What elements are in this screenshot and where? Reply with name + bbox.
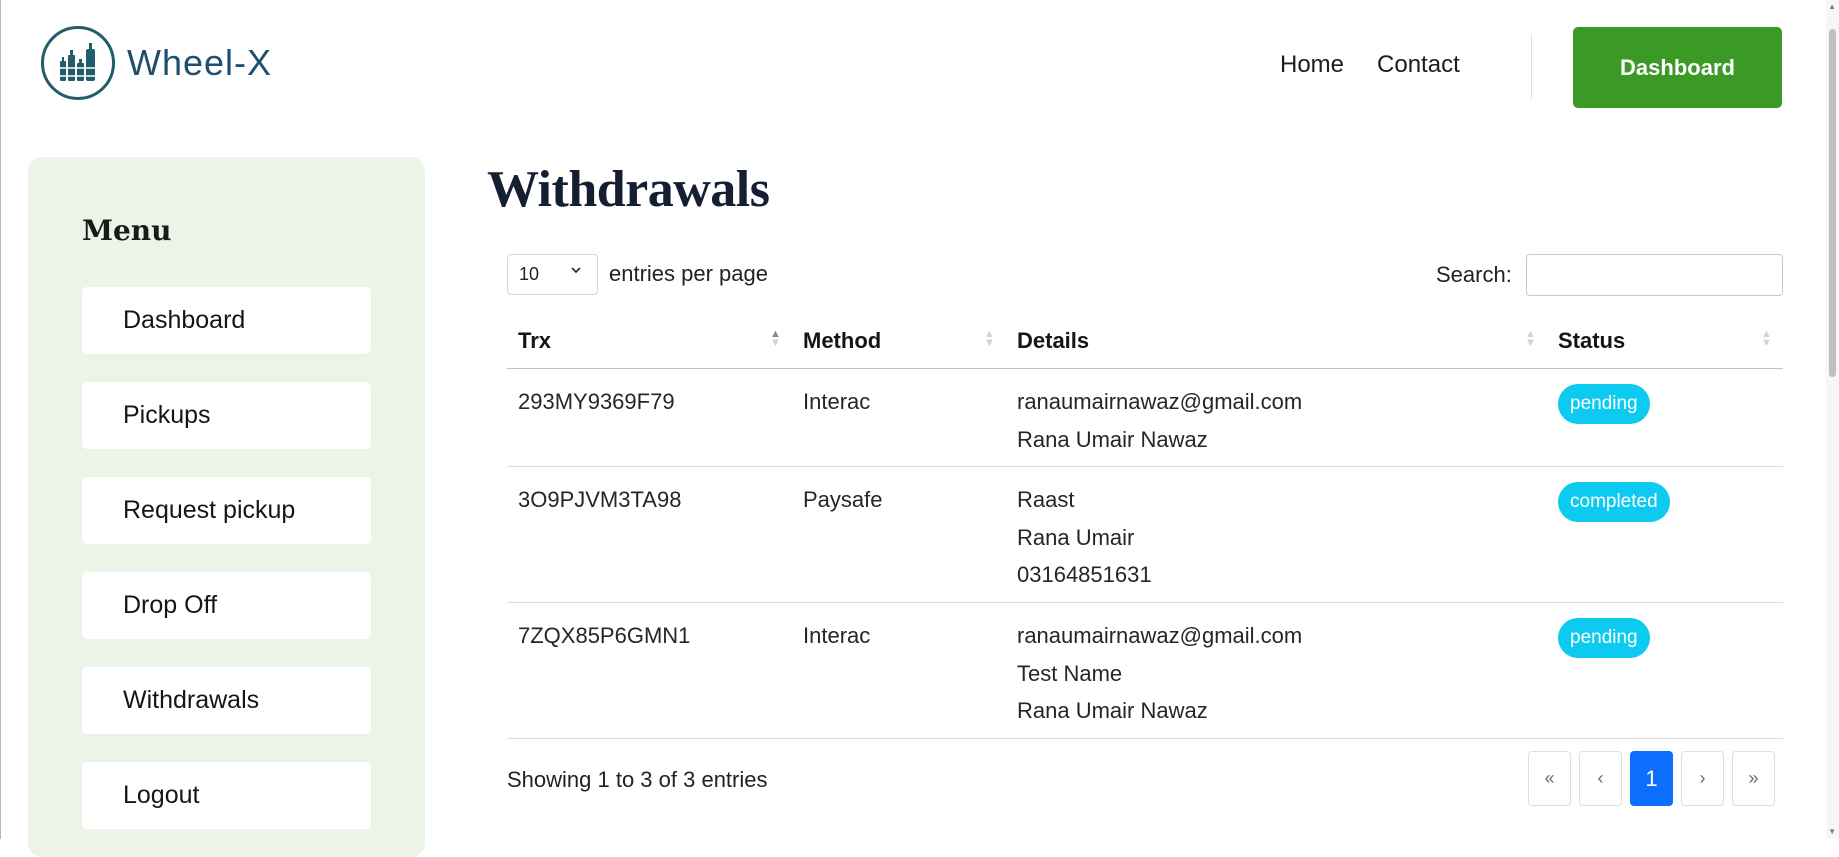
cell-status: pending	[1547, 369, 1783, 466]
column-header-method[interactable]: Method ▲ ▼	[792, 313, 1006, 368]
sidebar-title: Menu	[82, 214, 172, 247]
nav-link-home[interactable]: Home	[1280, 51, 1344, 79]
table-header: Trx ▲ ▼ Method ▲ ▼ Details ▲ ▼ Status ▲ ▼	[507, 313, 1783, 369]
sort-both-icon: ▲ ▼	[1761, 328, 1772, 349]
status-badge: completed	[1558, 482, 1670, 522]
last-page-button[interactable]: »	[1732, 751, 1775, 806]
sidebar-item-drop-off[interactable]: Drop Off	[82, 572, 371, 639]
status-badge: pending	[1558, 618, 1650, 658]
chevron-down-icon	[571, 267, 581, 274]
sidebar-item-dashboard[interactable]: Dashboard	[82, 287, 371, 354]
cell-details: Raast Rana Umair 03164851631	[1006, 467, 1547, 602]
status-badge: pending	[1558, 384, 1650, 424]
sort-both-icon: ▲ ▼	[1525, 328, 1536, 349]
page-left-border	[0, 0, 1, 839]
table-row: 7ZQX85P6GMN1 Interac ranaumairnawaz@gmai…	[507, 603, 1783, 739]
sidebar-item-label: Logout	[123, 781, 200, 809]
cell-status: pending	[1547, 603, 1783, 738]
cell-details: ranaumairnawaz@gmail.com Test Name Rana …	[1006, 603, 1547, 738]
details-line: Raast	[1017, 487, 1075, 512]
scrollbar-thumb[interactable]	[1829, 29, 1836, 377]
scroll-down-arrow-icon[interactable]: ▼	[1828, 828, 1836, 836]
top-nav: Home Contact	[1280, 51, 1460, 79]
column-header-label: Method	[803, 327, 882, 353]
sidebar: Menu Dashboard Pickups Request pickup Dr…	[28, 157, 425, 857]
sidebar-item-request-pickup[interactable]: Request pickup	[82, 477, 371, 544]
sort-ascending-icon: ▲ ▼	[770, 328, 781, 349]
scroll-up-arrow-icon[interactable]: ▲	[1828, 3, 1836, 11]
next-page-button[interactable]: ›	[1681, 751, 1724, 806]
cell-status: completed	[1547, 467, 1783, 602]
entries-per-page-label: entries per page	[609, 261, 768, 286]
page-title: Withdrawals	[487, 161, 770, 218]
previous-page-button[interactable]: ‹	[1579, 751, 1622, 806]
table-row: 3O9PJVM3TA98 Paysafe Raast Rana Umair 03…	[507, 467, 1783, 603]
sidebar-item-label: Drop Off	[123, 591, 218, 619]
table-info: Showing 1 to 3 of 3 entries	[507, 767, 768, 792]
sidebar-item-withdrawals[interactable]: Withdrawals	[82, 667, 371, 734]
pagination: « ‹ 1 › »	[1528, 751, 1775, 806]
first-page-button[interactable]: «	[1528, 751, 1571, 806]
sidebar-item-label: Withdrawals	[123, 686, 260, 714]
vertical-scrollbar[interactable]: ▲ ▼	[1826, 0, 1839, 839]
search-label: Search:	[1436, 262, 1512, 287]
details-line: Test Name	[1017, 660, 1123, 686]
cell-method: Paysafe	[803, 487, 883, 512]
column-header-details[interactable]: Details ▲ ▼	[1006, 313, 1547, 368]
entries-per-page-select[interactable]: 10	[507, 254, 598, 295]
details-line: Rana Umair Nawaz	[1017, 698, 1208, 723]
withdrawals-table: Trx ▲ ▼ Method ▲ ▼ Details ▲ ▼ Status ▲ ▼ 29…	[507, 313, 1783, 739]
table-row: 293MY9369F79 Interac ranaumairnawaz@gmai…	[507, 369, 1783, 467]
sidebar-item-pickups[interactable]: Pickups	[82, 382, 371, 449]
sidebar-item-label: Request pickup	[123, 496, 296, 524]
dashboard-button[interactable]: Dashboard	[1573, 27, 1782, 108]
logo-text: Wheel-X	[127, 42, 273, 83]
column-header-label: Trx	[518, 327, 552, 353]
entries-per-page-value: 10	[519, 264, 540, 284]
column-header-label: Status	[1558, 327, 1626, 353]
details-line: ranaumairnawaz@gmail.com	[1017, 389, 1303, 414]
cell-method: Interac	[803, 623, 871, 648]
column-header-status[interactable]: Status ▲ ▼	[1547, 313, 1783, 368]
nav-divider	[1531, 34, 1532, 100]
details-line: ranaumairnawaz@gmail.com	[1017, 623, 1303, 648]
search-input[interactable]	[1526, 254, 1783, 296]
page-button-current[interactable]: 1	[1630, 751, 1673, 806]
cell-trx: 3O9PJVM3TA98	[518, 487, 682, 512]
logo[interactable]: Wheel-X	[41, 26, 272, 100]
bottles-recycling-logo-icon	[41, 26, 115, 100]
sort-both-icon: ▲ ▼	[984, 328, 995, 349]
column-header-label: Details	[1017, 327, 1090, 353]
details-line: Rana Umair Nawaz	[1017, 426, 1208, 452]
nav-link-contact[interactable]: Contact	[1377, 51, 1460, 79]
column-header-trx[interactable]: Trx ▲ ▼	[507, 313, 792, 368]
cell-details: ranaumairnawaz@gmail.com Rana Umair Nawa…	[1006, 369, 1547, 466]
details-line: Rana Umair	[1017, 524, 1135, 550]
cell-method: Interac	[803, 389, 871, 414]
sidebar-item-logout[interactable]: Logout	[82, 762, 371, 829]
sidebar-item-label: Dashboard	[123, 306, 246, 334]
details-line: 03164851631	[1017, 562, 1152, 587]
sidebar-item-label: Pickups	[123, 401, 211, 429]
cell-trx: 7ZQX85P6GMN1	[518, 623, 691, 648]
cell-trx: 293MY9369F79	[518, 389, 675, 414]
